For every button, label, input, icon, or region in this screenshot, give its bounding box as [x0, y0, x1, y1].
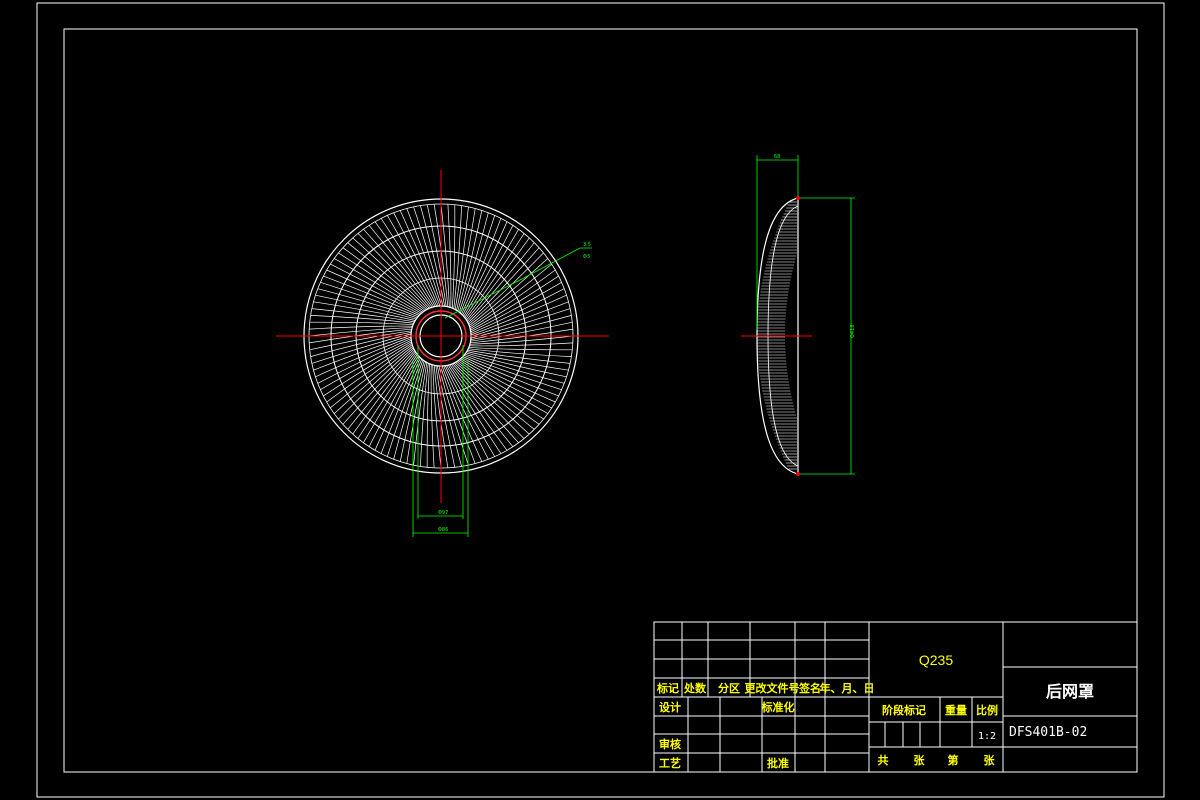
grille-spoke [451, 204, 456, 309]
dim-side-height: Φ418 [850, 325, 856, 338]
tb-sheet-unit-2: 张 [984, 753, 996, 767]
side-view: 68 Φ418 [741, 154, 856, 476]
grille-spoke [466, 351, 569, 371]
grille-spoke [438, 365, 469, 466]
tb-header-mark: 标记 [656, 681, 679, 695]
grille-spoke [456, 361, 540, 425]
tb-role-process: 工艺 [659, 756, 681, 770]
tb-role-standardization: 标准化 [761, 700, 795, 714]
grille-spoke [440, 203, 450, 308]
dim-leader-note-top: 3.5 [583, 242, 591, 248]
tb-header-count: 处数 [683, 681, 707, 695]
tb-sheet-unit-1: 张 [914, 753, 926, 767]
grille-spoke [413, 206, 444, 307]
grille-spoke [380, 357, 421, 454]
dim-leader-note-bottom: Φ3 [583, 254, 590, 260]
grille-spoke [468, 346, 573, 351]
grille-spoke [311, 333, 412, 364]
grille-spoke [432, 364, 442, 469]
title-block: Q235 后网罩 DFS401B-02 标记 处数 分区 更改文件号 签名 年、… [653, 621, 1138, 773]
side-dimension-lines [756, 155, 855, 475]
sheet-inner-border [63, 28, 1138, 773]
grille-spoke [461, 357, 556, 403]
tb-role-approve: 批准 [767, 756, 789, 770]
grille-spoke [308, 327, 413, 337]
sheet-outer-border [36, 2, 1165, 798]
side-marker-bottom [796, 472, 800, 476]
grille-spoke [462, 221, 508, 316]
front-view: Φ97 Φ86 3.5 Φ3 [276, 170, 609, 537]
tb-weight: 重量 [945, 703, 967, 717]
grille-spoke [469, 335, 574, 345]
grille-spoke [323, 275, 420, 316]
tb-sheet-total: 共 [878, 753, 889, 767]
dim-side-depth: 68 [774, 154, 780, 160]
grille-spoke [406, 361, 426, 464]
grille-spoke [413, 362, 428, 466]
grille-spoke [352, 351, 416, 435]
dim-inner-dia: Φ97 [438, 510, 448, 516]
dim-outer-dia: Φ86 [438, 527, 448, 533]
grille-spoke [462, 356, 559, 397]
tb-stage-mark: 阶段标记 [882, 703, 926, 717]
tb-header-signature: 签名 [798, 681, 821, 695]
grille-spoke [426, 363, 431, 468]
grille-spoke [456, 208, 476, 311]
tb-role-design: 设计 [659, 700, 681, 714]
tb-scale-label: 比例 [976, 703, 998, 717]
grille-spoke [454, 206, 469, 310]
side-marker-top [796, 196, 800, 200]
tb-part-name: 后网罩 [1046, 682, 1094, 701]
grille-spoke [467, 349, 571, 364]
tb-material: Q235 [919, 652, 953, 668]
tb-role-review: 审核 [659, 737, 681, 751]
tb-header-change-doc: 更改文件号 [745, 681, 800, 695]
tb-sheet-number: 第 [948, 753, 959, 767]
grille-spoke [342, 247, 426, 311]
grille-spoke [470, 308, 571, 339]
tb-header-date: 年、月、日 [820, 681, 875, 695]
cad-drawing-canvas: Φ97 Φ86 3.5 Φ3 68 Φ418 Q235 后网罩 DFS401B-… [36, 2, 1165, 798]
tb-header-zone: 分区 [718, 681, 740, 695]
grille-spoke [466, 237, 530, 321]
grille-spoke [311, 308, 415, 323]
tb-drawing-number: DFS401B-02 [1009, 725, 1087, 740]
grille-spoke [313, 301, 416, 321]
grille-spoke [309, 321, 414, 326]
grille-spoke [326, 269, 421, 315]
tb-scale-value: 1:2 [978, 731, 996, 742]
